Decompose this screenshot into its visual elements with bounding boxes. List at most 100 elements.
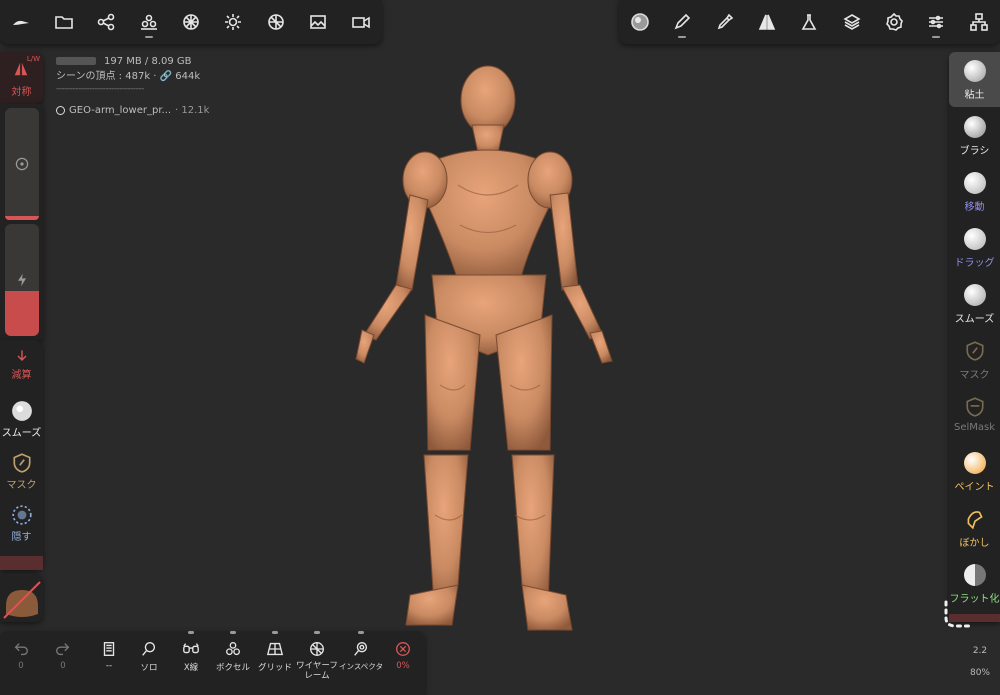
solo-button[interactable]: ソロ	[128, 631, 170, 695]
tool-brush-label: ブラシ	[959, 146, 990, 157]
scene-tree-icon[interactable]	[958, 0, 1000, 44]
inspector-button[interactable]: インスペクタ	[338, 631, 384, 695]
info-separator: --------------------------------	[56, 84, 144, 94]
book-icon	[103, 642, 115, 656]
tool-brush[interactable]: ブラシ	[949, 108, 1000, 163]
move-icon	[963, 172, 986, 194]
tool-blur[interactable]: ぼかし	[949, 500, 1000, 555]
sphere-grid-icon[interactable]	[170, 0, 212, 44]
loading-indicator-icon	[944, 600, 972, 628]
selmask-shield-icon	[965, 397, 984, 417]
solo-label: ソロ	[140, 663, 158, 673]
tool-drag[interactable]: ドラッグ	[949, 220, 1000, 275]
right-tools-panel: 粘土 ブラシ 移動 ドラッグ スムーズ マスク SelMask ペイント ぼかし…	[949, 52, 1000, 622]
material-disabled-icon	[3, 581, 41, 619]
logo-icon[interactable]	[0, 0, 42, 44]
memory-text: 197 MB / 8.09 GB	[104, 56, 192, 67]
symmetry-icon[interactable]	[746, 0, 788, 44]
image-icon[interactable]	[297, 0, 339, 44]
layers-icon[interactable]	[831, 0, 873, 44]
tool-move[interactable]: 移動	[949, 164, 1000, 219]
redo-count: 0	[60, 661, 66, 671]
mask-shield-icon	[12, 453, 31, 473]
tool-drag-label: ドラッグ	[954, 258, 995, 269]
tool-smooth-label: スムーズ	[954, 314, 995, 325]
bottom-toolbar: 0 0 -- ソロ X線 ボクセル グリッド ワイヤーフ レーム インスペクタ	[0, 631, 425, 695]
xray-indicator	[188, 631, 194, 634]
grid-button[interactable]: グリッド	[254, 631, 296, 695]
radius-slider[interactable]	[5, 108, 39, 220]
symmetry-label: 対称	[11, 87, 32, 98]
undo-button[interactable]: 0	[0, 631, 42, 695]
xray-button[interactable]: X線	[170, 631, 212, 695]
eyedropper-icon[interactable]	[704, 0, 746, 44]
tool-blur-label: ぼかし	[959, 538, 990, 549]
scene-info: 197 MB / 8.09 GB シーンの頂点 : 487k · 🔗 644k …	[56, 54, 209, 118]
close-progress-button[interactable]: 0%	[382, 631, 424, 695]
sun-icon[interactable]	[212, 0, 254, 44]
inspector-indicator	[358, 631, 364, 634]
tool-mask[interactable]: マスク	[949, 332, 1000, 387]
undo-count: 0	[18, 661, 24, 671]
brush-icon	[963, 116, 986, 138]
voxel-button[interactable]: ボクセル	[212, 631, 254, 695]
arrow-down-icon	[16, 350, 27, 362]
object-icon	[56, 106, 65, 115]
redo-button[interactable]: 0	[42, 631, 84, 695]
object-count: · 12.1k	[175, 105, 210, 116]
hide-button[interactable]: 隠す	[0, 504, 43, 543]
brush-preview-icon[interactable]	[619, 0, 661, 44]
tool-smooth[interactable]: スムーズ	[949, 276, 1000, 331]
tool-clay[interactable]: 粘土	[949, 52, 1000, 107]
wireframe-indicator	[314, 631, 320, 634]
subtract-label: 減算	[11, 370, 32, 381]
radius-icon	[15, 157, 29, 171]
wireframe-label: ワイヤーフ レーム	[296, 661, 338, 681]
mask-label: マスク	[6, 480, 37, 491]
active-object[interactable]: GEO-arm_lower_pr... · 12.1k	[56, 103, 209, 118]
mask-button[interactable]: マスク	[0, 452, 43, 491]
pen-icon[interactable]	[661, 0, 703, 44]
sliders-icon[interactable]	[915, 0, 957, 44]
tool-mask-label: マスク	[959, 370, 990, 381]
camera-icon[interactable]	[340, 0, 382, 44]
left-sliders-panel	[0, 104, 43, 340]
voxel-label: ボクセル	[215, 663, 250, 673]
clay-icon	[963, 60, 986, 82]
tool-paint[interactable]: ペイント	[949, 444, 1000, 499]
bottom-right-percent: 80%	[969, 668, 990, 678]
symmetry-button[interactable]: L/W 対称	[0, 52, 43, 104]
history-button[interactable]: --	[88, 631, 130, 695]
material-ball-icon[interactable]	[255, 0, 297, 44]
object-name: GEO-arm_lower_pr...	[69, 105, 172, 116]
left-tool-panel: 減算 スムーズ マスク 隠す	[0, 340, 43, 570]
smooth-button[interactable]: スムーズ	[0, 400, 43, 439]
tool-selmask-label: SelMask	[953, 422, 996, 433]
history-label: --	[105, 661, 113, 671]
material-preview-button[interactable]	[0, 574, 43, 622]
hide-icon	[11, 505, 32, 525]
subtract-button[interactable]: 減算	[0, 348, 43, 381]
sculpt-model-figure[interactable]	[340, 65, 630, 635]
tool-selmask[interactable]: SelMask	[949, 388, 1000, 443]
inspector-icon	[354, 642, 368, 656]
voxel-indicator	[230, 631, 236, 634]
paint-icon	[963, 452, 986, 474]
lightning-icon	[18, 273, 26, 287]
intensity-slider[interactable]	[5, 224, 39, 336]
memory-bar	[56, 57, 96, 65]
inspector-label: インスペクタ	[338, 662, 384, 671]
progress-label: 0%	[396, 661, 410, 671]
folder-icon[interactable]	[42, 0, 84, 44]
primitives-icon[interactable]	[127, 0, 169, 44]
intensity-fill	[5, 291, 39, 336]
wireframe-button[interactable]: ワイヤーフ レーム	[296, 631, 338, 695]
smooth-icon	[963, 284, 986, 306]
settings-gear-icon[interactable]	[873, 0, 915, 44]
grid-icon	[266, 642, 284, 656]
left-panel-bottom-strip	[0, 556, 43, 570]
share-icon[interactable]	[85, 0, 127, 44]
drag-icon	[963, 228, 986, 250]
top-left-toolbar	[0, 0, 382, 44]
flask-icon[interactable]	[788, 0, 830, 44]
